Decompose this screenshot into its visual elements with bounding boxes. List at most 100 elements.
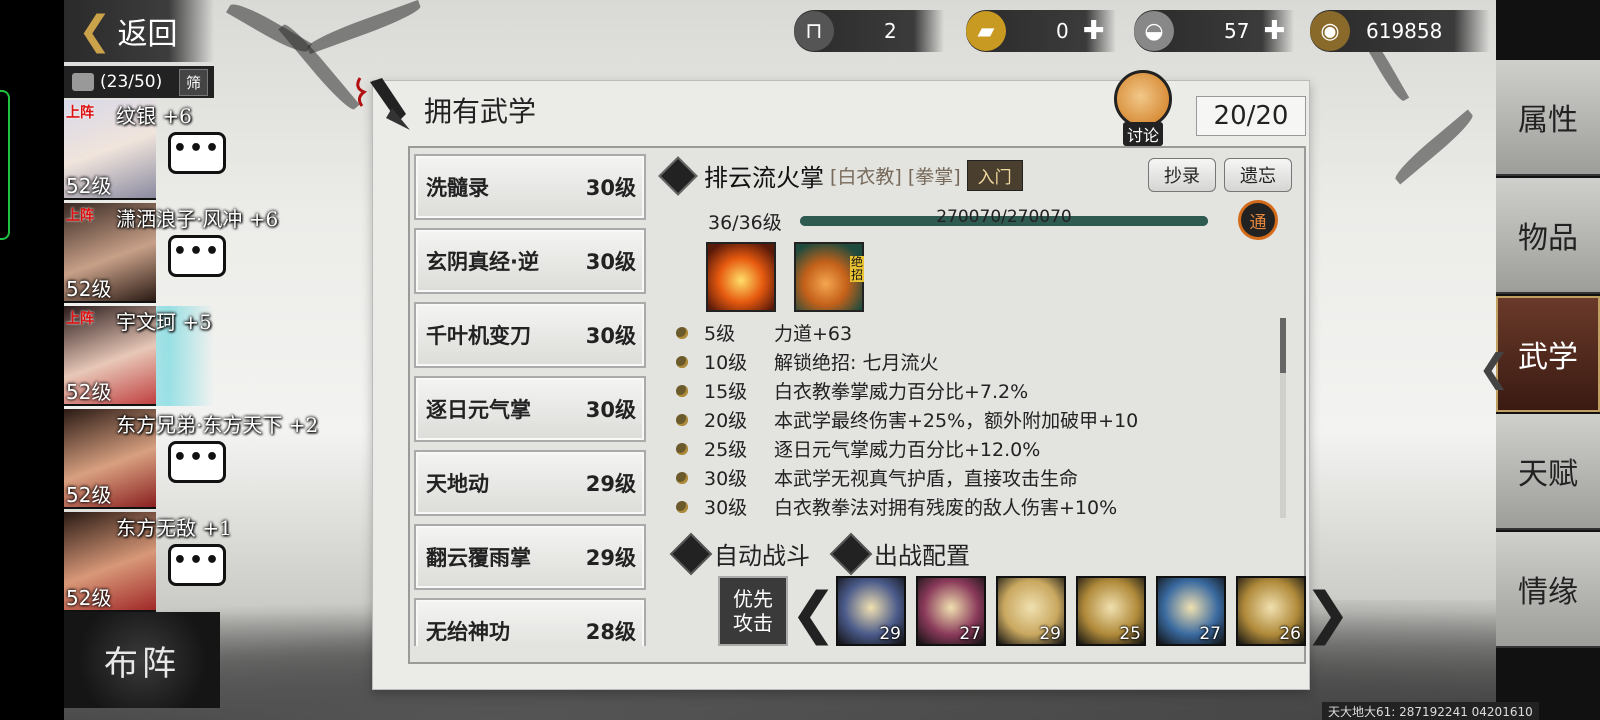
- skill-list-item[interactable]: 千叶机变刀 30级: [414, 302, 646, 368]
- move-ultimate-icon[interactable]: 绝招: [794, 242, 864, 312]
- perk-row: 10级 解锁绝招: 七月流火: [676, 347, 1276, 376]
- perk-text: 本武学最终伤害+25%，额外附加破甲+10: [774, 410, 1139, 432]
- battle-options: 自动战斗 出战配置: [669, 532, 970, 575]
- perk-text: 力道+63: [774, 323, 853, 345]
- skill-name: 千叶机变刀: [426, 324, 531, 348]
- copy-button[interactable]: 抄录: [1148, 158, 1216, 192]
- perk-level: 25级: [704, 439, 748, 461]
- skill-name: 洗髓录: [426, 176, 489, 200]
- character-level: 52级: [66, 483, 112, 507]
- chat-bubble-icon[interactable]: •••: [168, 235, 226, 277]
- silver-ingot-icon: ◒: [1134, 11, 1174, 51]
- slot-next-arrow-icon[interactable]: ❯: [1304, 586, 1351, 642]
- auto-battle-label: 自动战斗: [714, 542, 810, 570]
- skill-slot[interactable]: 29: [996, 576, 1066, 646]
- perk-level: 5级: [704, 323, 736, 345]
- character-name: 纹银 +6: [116, 104, 192, 128]
- menu-martial-arts[interactable]: 武学: [1496, 296, 1600, 412]
- menu-talents[interactable]: 天赋: [1496, 414, 1600, 530]
- currency-bed: ⊓ 2: [794, 10, 944, 52]
- add-gold-button[interactable]: ✚: [1083, 16, 1105, 46]
- battle-config-button[interactable]: 出战配置: [829, 532, 970, 575]
- currency-value: 2: [884, 19, 897, 43]
- xp-bar: 270070/270070: [800, 207, 1208, 227]
- sect-tag: [白衣教]: [830, 166, 902, 188]
- rank-tag: 入门: [966, 160, 1023, 191]
- discuss-button[interactable]: 讨论: [1110, 70, 1176, 146]
- skill-name: 无绐神功: [426, 620, 510, 644]
- scrollbar-thumb[interactable]: [1280, 318, 1286, 373]
- mastery-badge[interactable]: 通: [1238, 200, 1278, 240]
- side-handle[interactable]: [0, 90, 10, 240]
- character-item-selected[interactable]: 上阵 宇文珂 +5 52级: [64, 306, 384, 409]
- bullet-icon: [676, 355, 688, 368]
- skill-level: 30级: [585, 250, 636, 274]
- priority-label-line2: 攻击: [733, 611, 773, 635]
- character-item[interactable]: 上阵 潇洒浪子·风冲 +6 ••• 52级: [64, 203, 384, 306]
- perk-text: 解锁绝招: 七月流火: [774, 352, 939, 374]
- skill-list-item[interactable]: 翻云覆雨掌 29级: [414, 524, 646, 590]
- bullet-icon: [676, 384, 688, 397]
- currency-silver: ◒ 57 ✚: [1134, 10, 1294, 52]
- perk-list: 5级 力道+63 10级 解锁绝招: 七月流火 15级 白衣教拳掌威力百分比+7.2%…: [676, 318, 1276, 521]
- crossed-swords-icon: [829, 532, 873, 575]
- character-item[interactable]: 东方兄弟·东方天下 +2 ••• 52级: [64, 409, 384, 512]
- perk-level: 30级: [704, 468, 748, 490]
- character-item[interactable]: 东方无敌 +1 ••• 52级: [64, 512, 384, 615]
- slot-prev-arrow-icon[interactable]: ❮: [790, 586, 837, 642]
- character-item[interactable]: 上阵 纹银 +6 ••• 52级: [64, 100, 384, 203]
- formation-button[interactable]: 布阵: [64, 612, 220, 708]
- deployed-tag: 上阵: [66, 311, 94, 327]
- type-tag: [拳掌]: [907, 166, 961, 188]
- menu-relations[interactable]: 情缘: [1496, 532, 1600, 648]
- forget-button[interactable]: 遗忘: [1224, 158, 1292, 192]
- xp-text: 270070/270070: [936, 207, 1072, 227]
- back-button[interactable]: ❮ 返回: [64, 0, 214, 62]
- skill-list-item[interactable]: 无绐神功 28级: [414, 598, 646, 646]
- back-label: 返回: [117, 17, 178, 52]
- character-level: 52级: [66, 586, 112, 610]
- bullet-icon: [676, 500, 688, 513]
- slot-level: 29: [879, 624, 901, 644]
- skill-list-item[interactable]: 逐日元气掌 30级: [414, 376, 646, 442]
- skill-slot[interactable]: 27: [916, 576, 986, 646]
- auto-battle-toggle[interactable]: 自动战斗: [669, 532, 810, 575]
- chevron-left-icon: ❮: [1478, 346, 1510, 390]
- skill-name: 翻云覆雨掌: [426, 546, 531, 570]
- roster-count: (23/50): [100, 72, 163, 92]
- skill-slot[interactable]: 26: [1236, 576, 1306, 646]
- character-name: 东方兄弟·东方天下 +2: [116, 413, 319, 437]
- perk-scrollbar[interactable]: [1280, 318, 1286, 518]
- skill-list-item[interactable]: 洗髓录 30级: [414, 154, 646, 220]
- menu-attributes[interactable]: 属性: [1496, 60, 1600, 176]
- chat-bubble-icon[interactable]: •••: [168, 544, 226, 586]
- skill-list: 洗髓录 30级 玄阴真经·逆 30级 千叶机变刀 30级 逐日元气掌 30级 天地动 29…: [414, 154, 656, 646]
- perk-level: 20级: [704, 410, 748, 432]
- filter-button[interactable]: 筛: [178, 68, 208, 96]
- skill-count: 20/20: [1196, 96, 1306, 136]
- priority-attack-button[interactable]: 优先 攻击: [718, 576, 788, 646]
- slot-level: 27: [1199, 624, 1221, 644]
- roster-count-bar: (23/50) 筛: [64, 66, 214, 98]
- skill-slot[interactable]: 27: [1156, 576, 1226, 646]
- character-list: 上阵 纹银 +6 ••• 52级 上阵 潇洒浪子·风冲 +6 ••• 52级 上…: [64, 100, 384, 615]
- menu-items[interactable]: 物品: [1496, 178, 1600, 294]
- chat-bubble-icon[interactable]: •••: [168, 441, 226, 483]
- currency-value: 57: [1224, 19, 1250, 43]
- skill-slot[interactable]: 29: [836, 576, 906, 646]
- skill-list-item[interactable]: 天地动 29级: [414, 450, 646, 516]
- add-silver-button[interactable]: ✚: [1263, 16, 1285, 46]
- perk-level: 15级: [704, 381, 748, 403]
- xp-row: 36/36级 270070/270070: [708, 206, 1288, 236]
- skill-name: 玄阴真经·逆: [426, 250, 539, 274]
- move-flame-palm-icon[interactable]: [706, 242, 776, 312]
- skill-slot-row: 29 27 29 25 27 26: [836, 576, 1306, 646]
- character-level: 52级: [66, 277, 112, 301]
- skill-slot[interactable]: 25: [1076, 576, 1146, 646]
- character-name: 东方无敌 +1: [116, 516, 232, 540]
- skill-list-item[interactable]: 玄阴真经·逆 30级: [414, 228, 646, 294]
- bullet-icon: [676, 413, 688, 426]
- skill-name: 天地动: [426, 472, 489, 496]
- perk-text: 白衣教拳法对拥有残废的敌人伤害+10%: [774, 497, 1118, 519]
- chat-bubble-icon[interactable]: •••: [168, 132, 226, 174]
